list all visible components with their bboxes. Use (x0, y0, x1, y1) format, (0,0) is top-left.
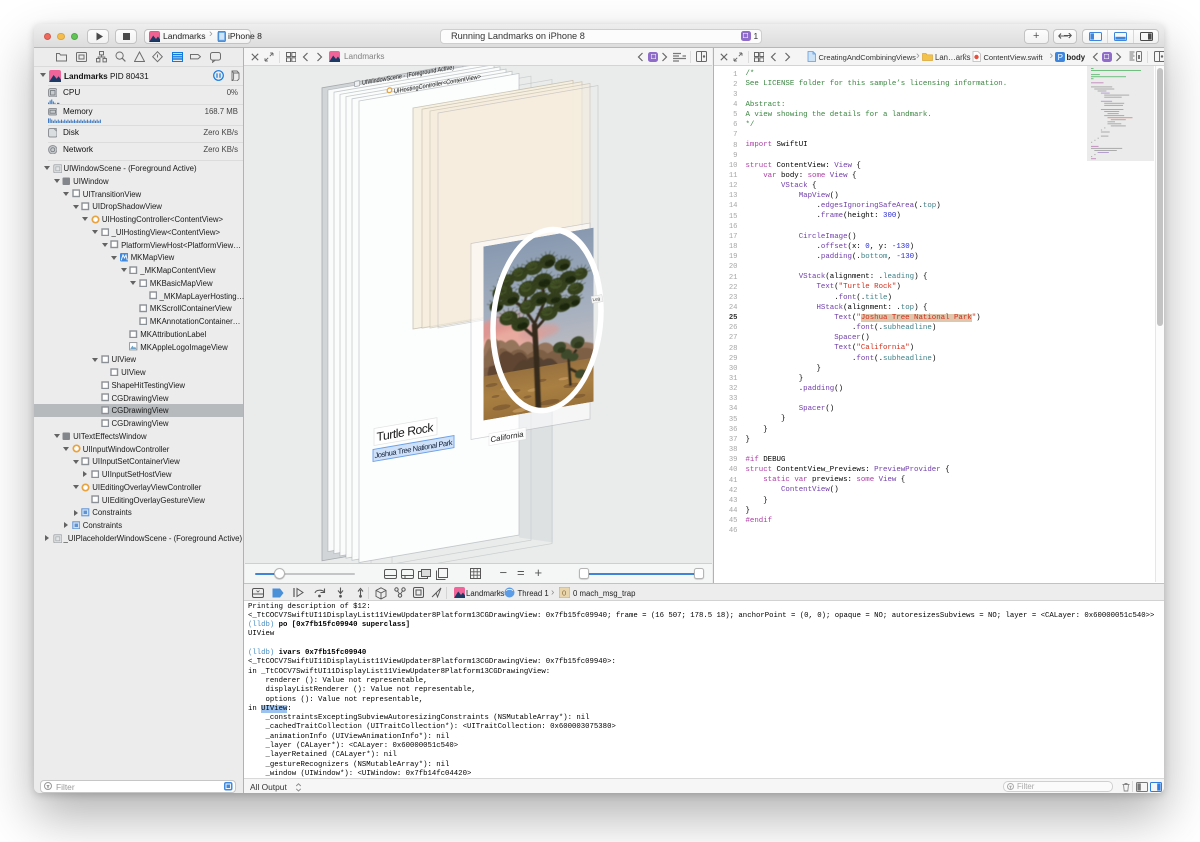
svg-text:0: 0 (562, 589, 566, 598)
svg-text:P: P (1057, 53, 1062, 62)
